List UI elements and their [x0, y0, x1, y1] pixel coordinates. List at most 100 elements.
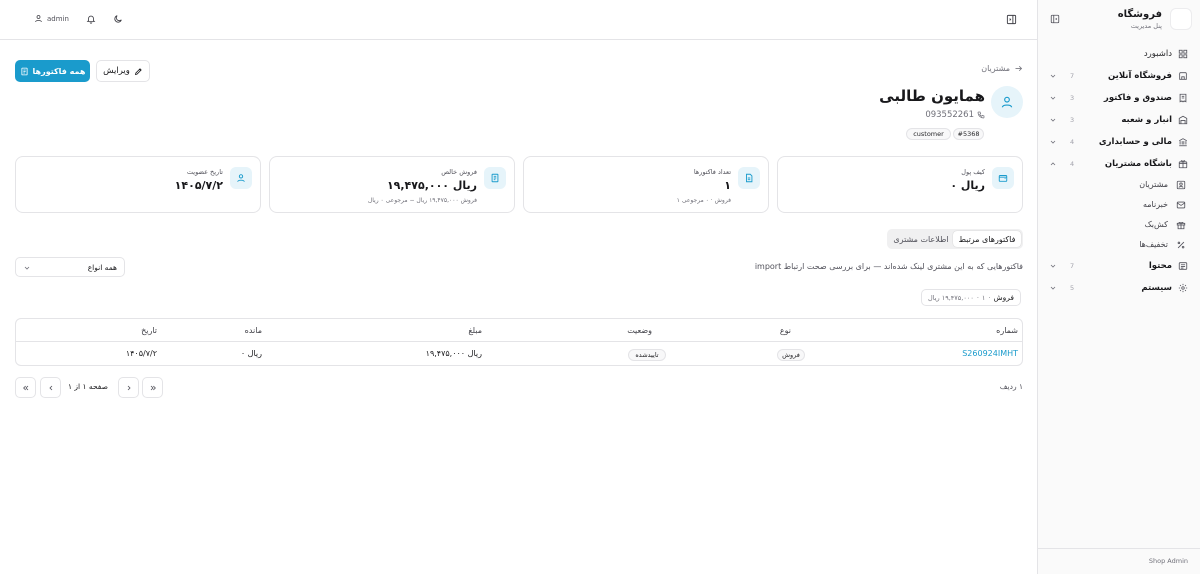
breadcrumb[interactable]: مشتریان [981, 64, 1023, 73]
prev-page-button[interactable] [40, 377, 61, 398]
bell-icon[interactable] [86, 14, 96, 24]
row-count: ۱ ردیف [999, 382, 1023, 391]
customer-id-tag: #5368 [953, 128, 984, 140]
customer-role-tag: customer [906, 128, 951, 140]
chevron-down-icon [1049, 138, 1057, 146]
sidebar-subitem-customers[interactable]: مشتریان [1038, 176, 1200, 196]
invoice-type-select[interactable]: همه انواع [15, 257, 125, 277]
invoices-description: فاکتورهایی که به این مشتری لینک شده‌اند … [754, 262, 1023, 271]
customer-avatar [991, 86, 1023, 118]
tab-related-invoices[interactable]: فاکتورهای مرتبط [953, 231, 1021, 247]
sidebar-item-label: صندوق و فاکتور [1103, 93, 1172, 103]
sidebar-subitem-cashback[interactable]: کش‌بک [1038, 216, 1200, 236]
user-menu[interactable]: admin [34, 14, 69, 23]
stat-subtext: ۱ فروش · ۰ مرجوعی [676, 197, 731, 204]
sidebar-footer: Shop Admin [1038, 548, 1200, 574]
stat-value: ۱۹,۴۷۵,۰۰۰ ریال [386, 179, 477, 192]
stat-subtext: فروش ۱۹,۴۷۵,۰۰۰ ریال − مرجوعی ۰ ریال [367, 197, 477, 204]
sidebar-item-count: 5 [1070, 284, 1075, 292]
sidebar-item-label: کش‌بک [1144, 220, 1168, 229]
arrow-right-icon [1014, 64, 1023, 73]
stat-card-invoice-count: تعداد فاکتورها ۱ ۱ فروش · ۰ مرجوعی [523, 156, 769, 213]
store-icon [1178, 71, 1188, 81]
user-icon [34, 14, 43, 23]
column-remaining: مانده [244, 326, 262, 335]
tab-customer-info[interactable]: اطلاعات مشتری [890, 231, 952, 247]
sidebar-nav: داشبورد فروشگاه آنلاین 7 صندوق و فاکتور … [1038, 44, 1200, 300]
table-row[interactable]: S260924IMHT فروش تاییدشده ۱۹,۴۷۵,۰۰۰ ریا… [16, 343, 1022, 365]
chevron-down-icon [23, 264, 31, 272]
invoice-date: ۱۴۰۵/۷/۲ [125, 349, 157, 358]
stat-label: کیف پول [961, 168, 985, 176]
invoices-table: شماره نوع وضعیت مبلغ مانده تاریخ S260924… [15, 318, 1023, 366]
sidebar-footer-text: Shop Admin [1148, 557, 1188, 565]
sidebar-item-customer-club[interactable]: باشگاه مشتریان 4 [1038, 154, 1200, 176]
edit-label: ویرایش [103, 66, 130, 76]
column-status: وضعیت [627, 326, 652, 335]
table-header: شماره نوع وضعیت مبلغ مانده تاریخ [16, 319, 1022, 342]
stat-label: تاریخ عضویت [186, 168, 223, 176]
customer-phone-number: 093552261 [925, 110, 974, 120]
stat-card-join-date: تاریخ عضویت ۱۴۰۵/۷/۲ [15, 156, 261, 213]
tab-list: فاکتورهای مرتبط اطلاعات مشتری [887, 229, 1023, 249]
invoice-type-badge: فروش [777, 349, 805, 361]
invoice-number-link[interactable]: S260924IMHT [962, 349, 1018, 358]
moon-icon[interactable] [113, 14, 123, 24]
sidebar-subitem-newsletter[interactable]: خبرنامه [1038, 196, 1200, 216]
gift-icon [1176, 220, 1186, 230]
sidebar-subitem-discounts[interactable]: تخفیف‌ها [1038, 236, 1200, 256]
sidebar-item-label: انبار و شعبه [1121, 115, 1172, 125]
summary-amount: ۱۹,۴۷۵,۰۰۰ ریال [928, 293, 974, 302]
sidebar-item-warehouse[interactable]: انبار و شعبه 3 [1038, 110, 1200, 132]
sidebar-item-label: فروشگاه آنلاین [1107, 71, 1172, 81]
mail-icon [1176, 200, 1186, 210]
stat-card-wallet: کیف پول ۰ ریال [777, 156, 1023, 213]
wallet-icon [992, 167, 1014, 189]
column-date: تاریخ [141, 326, 157, 335]
sidebar-item-label: محتوا [1148, 261, 1172, 271]
panel-toggle-icon[interactable] [1006, 14, 1017, 25]
column-type: نوع [779, 326, 791, 335]
edit-button[interactable]: ویرایش [96, 60, 150, 82]
invoice-amount: ۱۹,۴۷۵,۰۰۰ ریال [425, 349, 482, 358]
breadcrumb-label: مشتریان [981, 64, 1010, 73]
all-invoices-label: همه فاکتورها [32, 66, 86, 76]
select-value: همه انواع [87, 263, 117, 272]
chevron-down-icon [1049, 116, 1057, 124]
customer-phone: 093552261 [925, 110, 985, 120]
all-invoices-button[interactable]: همه فاکتورها [15, 60, 90, 82]
invoice-icon [20, 67, 29, 76]
sidebar-item-system[interactable]: سیستم 5 [1038, 278, 1200, 300]
sidebar-item-label: خبرنامه [1142, 200, 1168, 209]
sidebar-item-count: 3 [1070, 94, 1075, 102]
chevrons-left-icon [22, 384, 30, 392]
chevron-up-icon [1049, 160, 1057, 168]
invoice-remaining: ۰ ریال [240, 349, 262, 358]
chevrons-right-icon [149, 384, 157, 392]
first-page-button[interactable] [15, 377, 36, 398]
next-page-last-button[interactable] [142, 377, 163, 398]
sidebar-collapse-icon[interactable] [1050, 14, 1060, 24]
sidebar-item-dashboard[interactable]: داشبورد [1038, 44, 1200, 66]
sidebar-item-pos-invoices[interactable]: صندوق و فاکتور 3 [1038, 88, 1200, 110]
next-page-button[interactable] [118, 377, 139, 398]
sidebar-item-count: 4 [1070, 138, 1075, 146]
sidebar-item-label: مشتریان [1139, 180, 1168, 189]
top-bar: admin [0, 0, 1037, 40]
brand-name: فروشگاه [1117, 9, 1162, 20]
sidebar-item-content[interactable]: محتوا 7 [1038, 256, 1200, 278]
brand: فروشگاه پنل مدیریت [1038, 0, 1200, 40]
customer-name: همایون طالبی [879, 87, 985, 105]
chevron-down-icon [1049, 72, 1057, 80]
warehouse-icon [1178, 115, 1188, 125]
sidebar-item-online-store[interactable]: فروشگاه آنلاین 7 [1038, 66, 1200, 88]
column-number: شماره [996, 326, 1018, 335]
invoice-summary-chip: فروش · ۱ · ۱۹,۴۷۵,۰۰۰ ریال [921, 289, 1021, 306]
stat-value: ۱ [724, 179, 731, 192]
chevron-down-icon [1049, 284, 1057, 292]
brand-logo [1170, 8, 1192, 30]
sidebar-item-label: مالی و حسابداری [1098, 137, 1172, 147]
chevron-down-icon [1049, 262, 1057, 270]
sidebar-item-label: تخفیف‌ها [1139, 240, 1168, 249]
sidebar-item-finance[interactable]: مالی و حسابداری 4 [1038, 132, 1200, 154]
